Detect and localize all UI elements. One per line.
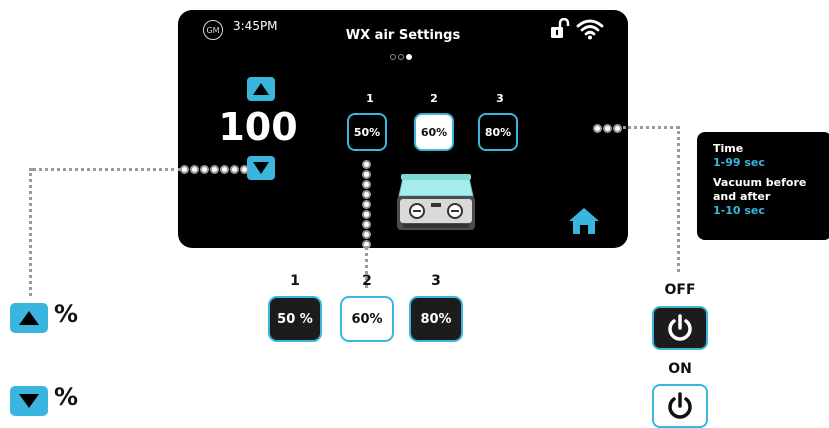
preset-number: 2 xyxy=(430,92,438,105)
power-on-button[interactable] xyxy=(652,384,708,428)
setting-value: 100 xyxy=(218,105,298,149)
preset-number: 1 xyxy=(290,273,300,289)
connector-line xyxy=(623,126,679,132)
up-arrow-icon xyxy=(253,83,269,95)
power-off-button[interactable] xyxy=(652,306,708,350)
wifi-icon[interactable] xyxy=(576,18,604,44)
preset-button-2[interactable]: 60% xyxy=(414,113,454,151)
home-icon[interactable] xyxy=(568,206,600,240)
power-icon xyxy=(668,314,692,341)
preset-number: 2 xyxy=(362,273,372,289)
page-dot-active xyxy=(406,54,412,60)
increase-percent-button[interactable] xyxy=(10,303,48,333)
preset-button-3[interactable]: 80% xyxy=(478,113,518,151)
off-label: OFF xyxy=(664,282,696,298)
device-screen: GM 3:45PM WX air Settings 100 1 2 3 50% … xyxy=(178,10,628,248)
page-dot xyxy=(398,54,404,60)
up-arrow-icon xyxy=(19,311,39,325)
down-arrow-icon xyxy=(253,162,269,174)
page-indicator xyxy=(390,54,412,60)
connector-rings xyxy=(593,124,622,133)
vacuum-label: Vacuum before xyxy=(713,176,807,189)
preset-number: 3 xyxy=(431,273,441,289)
preset-button-1[interactable]: 50 % xyxy=(268,296,322,342)
down-arrow-icon xyxy=(19,394,39,408)
decrease-percent-button[interactable] xyxy=(10,386,48,416)
preset-button-2[interactable]: 60% xyxy=(340,296,394,342)
station-icon xyxy=(395,172,477,238)
decrease-button[interactable] xyxy=(247,156,275,180)
preset-number: 3 xyxy=(496,92,504,105)
info-panel: Time 1-99 sec Vacuum before and after 1-… xyxy=(697,132,829,240)
connector-rings xyxy=(180,165,249,174)
preset-button-1[interactable]: 50% xyxy=(347,113,387,151)
time-range: 1-99 sec xyxy=(713,156,765,169)
on-label: ON xyxy=(668,361,692,377)
unlock-icon[interactable] xyxy=(550,17,570,44)
time-label: Time xyxy=(713,142,744,155)
increase-button[interactable] xyxy=(247,77,275,101)
connector-line xyxy=(32,168,182,174)
connector-line xyxy=(29,168,35,296)
connector-line xyxy=(677,126,683,272)
page-dot xyxy=(390,54,396,60)
vacuum-range: 1-10 sec xyxy=(713,204,765,217)
preset-number: 1 xyxy=(366,92,374,105)
power-icon xyxy=(668,392,692,419)
percent-unit: % xyxy=(54,383,79,411)
percent-unit: % xyxy=(54,300,79,328)
vacuum-label-continued: and after xyxy=(713,190,771,203)
connector-rings xyxy=(362,160,371,249)
preset-button-3[interactable]: 80% xyxy=(409,296,463,342)
